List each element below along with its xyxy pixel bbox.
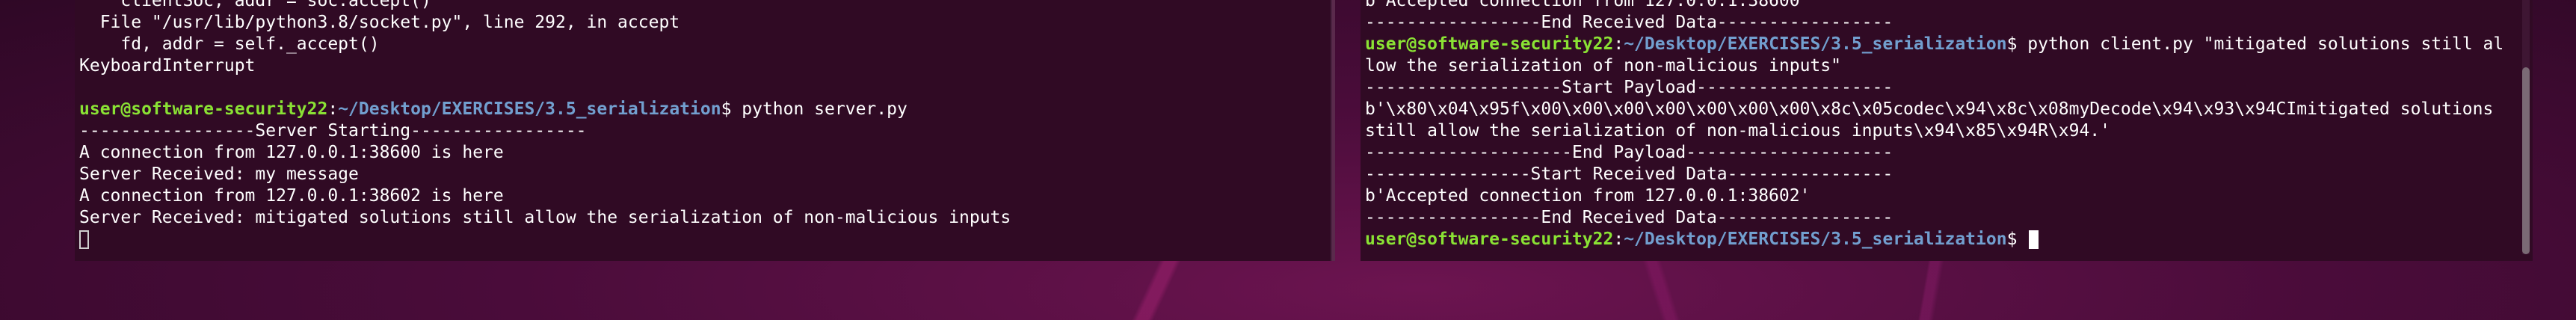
terminal-server[interactable]: clientSoc, addr = soc.accept() File "/us… <box>75 0 1332 261</box>
prompt-separator: : <box>327 99 339 119</box>
output-line: -----------------End Received Data------… <box>1365 208 1894 227</box>
output-line: low the serialization of non-malicious i… <box>1365 56 1841 76</box>
terminal-output: clientSoc, addr = soc.accept() File "/us… <box>79 0 1301 250</box>
output-line: A connection from 127.0.0.1:38602 is her… <box>79 186 504 206</box>
output-line: -----------------Server Starting--------… <box>79 121 587 141</box>
output-line: File "/usr/lib/python3.8/socket.py", lin… <box>79 13 680 32</box>
prompt-path: ~/Desktop/EXERCISES/3.5_serialization <box>1624 34 2007 54</box>
prompt-path: ~/Desktop/EXERCISES/3.5_serialization <box>1624 230 2007 249</box>
output-line: b'Accepted connection from 127.0.0.1:386… <box>1365 186 1811 206</box>
text-cursor <box>79 230 89 249</box>
output-line: still allow the serialization of non-mal… <box>1365 121 2110 141</box>
prompt-line: user@software-security22:~/Desktop/EXERC… <box>79 99 1301 120</box>
output-line: --------------------End Payload---------… <box>1365 143 1894 162</box>
prompt-line: user@software-security22:~/Desktop/EXERC… <box>1365 229 2503 250</box>
output-line: ----------------Start Received Data-----… <box>1365 164 1894 184</box>
prompt-line: user@software-security22:~/Desktop/EXERC… <box>1365 34 2503 55</box>
terminal-client[interactable]: b'Accepted connection from 127.0.0.1:386… <box>1361 0 2533 261</box>
scrollbar-thumb[interactable] <box>2522 67 2530 254</box>
output-line: A connection from 127.0.0.1:38600 is her… <box>79 143 504 162</box>
prompt-user: user@software-security22 <box>1365 230 1614 249</box>
prompt-command: $ python server.py <box>721 99 908 119</box>
prompt-command: $ python client.py "mitigated solutions … <box>2006 34 2504 54</box>
terminal-output: b'Accepted connection from 127.0.0.1:386… <box>1365 0 2503 250</box>
output-line: clientSoc, addr = soc.accept() <box>79 0 431 10</box>
prompt-user: user@software-security22 <box>79 99 328 119</box>
output-line: b'\x80\x04\x95f\x00\x00\x00\x00\x00\x00\… <box>1365 99 2494 119</box>
output-line: Server Received: mitigated solutions sti… <box>79 208 1011 227</box>
output-line: b'Accepted connection from 127.0.0.1:386… <box>1365 0 1811 10</box>
text-cursor <box>2029 230 2039 249</box>
output-line: Server Received: my message <box>79 164 359 184</box>
output-line: -----------------End Received Data------… <box>1365 13 1894 32</box>
output-line: fd, addr = self._accept() <box>79 34 380 54</box>
prompt-path: ~/Desktop/EXERCISES/3.5_serialization <box>338 99 721 119</box>
prompt-separator: : <box>1613 34 1624 54</box>
cursor-line <box>79 229 1301 250</box>
prompt-separator: : <box>1613 230 1624 249</box>
prompt-user: user@software-security22 <box>1365 34 1614 54</box>
output-line: KeyboardInterrupt <box>79 56 256 76</box>
prompt-command: $ <box>2006 230 2028 249</box>
terminal-scrollbar[interactable] <box>2522 0 2530 254</box>
output-line: -------------------Start Payload--------… <box>1365 78 1894 97</box>
pane-divider[interactable] <box>1332 0 1335 261</box>
